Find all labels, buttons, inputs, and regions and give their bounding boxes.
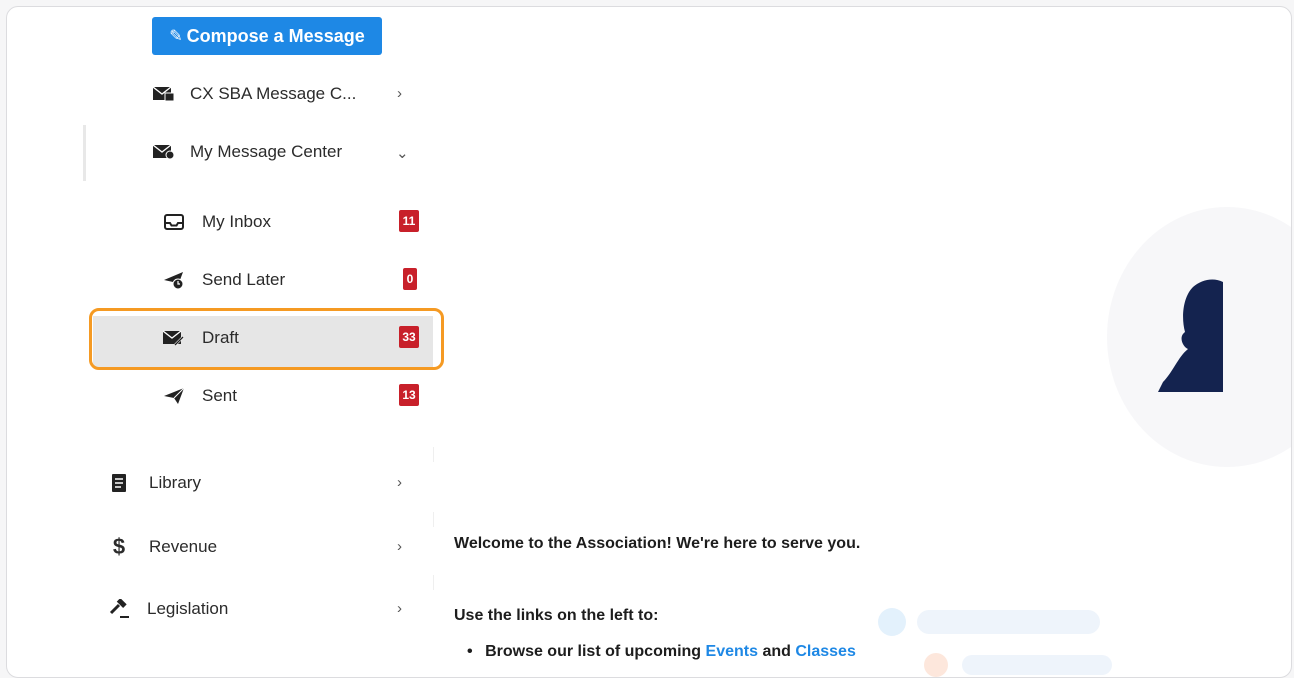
sidebar-item-my-inbox[interactable]: My Inbox [162, 202, 271, 242]
welcome-message: Welcome to the Association! We're here t… [454, 535, 861, 552]
browse-text: Browse our list of upcoming [485, 643, 702, 660]
sidebar: ✎ Compose a Message CX SBA Message C... … [7, 7, 447, 677]
sidebar-item-label: My Message Center [190, 142, 343, 161]
envelope-user-icon [152, 142, 176, 162]
sidebar-item-my-message-center[interactable]: My Message Center [152, 132, 342, 172]
sidebar-item-send-later[interactable]: Send Later [162, 260, 285, 300]
inbox-count-badge: 11 [399, 210, 419, 232]
draft-highlight-outline [89, 308, 444, 370]
chevron-down-icon[interactable]: ⌄ [396, 144, 409, 162]
edit-icon: ✎ [169, 28, 183, 45]
sent-count-badge: 13 [399, 384, 419, 406]
sidebar-item-library[interactable]: Library [107, 463, 201, 503]
sidebar-item-cx-sba-message-center[interactable]: CX SBA Message C... [152, 74, 356, 114]
sidebar-item-label: Revenue [149, 537, 218, 556]
decorative-bar [917, 610, 1100, 634]
browse-list-item: • Browse our list of upcoming Events and… [467, 643, 856, 661]
events-link[interactable]: Events [706, 643, 758, 660]
compose-message-label: Compose a Message [186, 25, 365, 46]
silhouette-illustration [1158, 279, 1223, 392]
divider [433, 512, 434, 527]
chevron-right-icon[interactable]: › [397, 538, 402, 555]
decorative-dot [878, 608, 906, 636]
instructions-heading: Use the links on the left to: [454, 607, 659, 624]
browse-and-text: and [762, 643, 791, 660]
decorative-dot [924, 653, 948, 677]
paper-plane-clock-icon [162, 270, 186, 290]
envelope-building-icon [152, 84, 176, 104]
sidebar-item-sent[interactable]: Sent [162, 376, 237, 416]
chevron-right-icon[interactable]: › [397, 474, 402, 491]
chevron-right-icon[interactable]: › [397, 600, 402, 617]
classes-link[interactable]: Classes [795, 643, 856, 660]
app-window: ✎ Compose a Message CX SBA Message C... … [6, 6, 1292, 678]
sidebar-item-label: Legislation [147, 599, 229, 618]
active-indicator [83, 125, 86, 181]
divider [433, 575, 434, 590]
chevron-right-icon[interactable]: › [397, 85, 402, 102]
gavel-icon [107, 599, 131, 619]
bullet: • [467, 643, 473, 660]
document-icon [107, 473, 131, 493]
inbox-icon [162, 212, 186, 232]
paper-plane-icon [162, 386, 186, 406]
sidebar-item-revenue[interactable]: $ Revenue [107, 527, 217, 567]
divider [433, 447, 434, 462]
compose-message-button[interactable]: ✎ Compose a Message [152, 17, 382, 55]
sidebar-item-label: Sent [202, 386, 237, 405]
sidebar-item-legislation[interactable]: Legislation [107, 589, 228, 629]
dollar-icon: $ [112, 534, 126, 559]
sidebar-item-label: CX SBA Message C... [190, 84, 357, 103]
sidebar-item-label: Library [149, 473, 201, 492]
send-later-count-badge: 0 [403, 268, 417, 290]
decorative-bar [962, 655, 1112, 675]
sidebar-item-label: Send Later [202, 270, 286, 289]
sidebar-item-label: My Inbox [202, 212, 271, 231]
